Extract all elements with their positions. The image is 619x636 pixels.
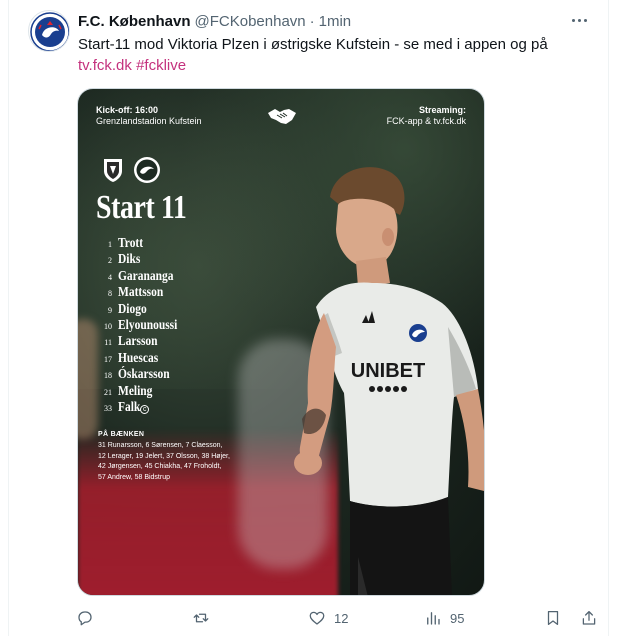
like-count: 12	[334, 610, 349, 626]
share-icon	[582, 610, 596, 625]
player-photo: UNIBET	[294, 167, 484, 595]
player-number: 4	[108, 272, 112, 282]
streaming-label: Streaming:	[418, 105, 466, 115]
player-name: Diks	[118, 251, 141, 267]
reply-button[interactable]	[76, 606, 102, 630]
player-row: 17 Huescas	[98, 350, 188, 366]
player-row: 8 Mattsson	[98, 284, 188, 300]
tweet-media-image[interactable]: Kick-off: 16:00 Grenzlandstadion Kufstei…	[77, 88, 485, 596]
views-count: 95	[450, 610, 465, 626]
player-row: 4 Garananga	[98, 268, 188, 284]
retweet-icon	[193, 613, 209, 623]
tweet-header: F.C. København @FCKobenhavn · 1min	[78, 11, 351, 31]
player-row: 1 Trott	[98, 235, 188, 251]
kickoff-info: Kick-off: 16:00 Grenzlandstadion Kufstei…	[96, 105, 202, 127]
tweet-text-body: Start-11 mod Viktoria Plzen i østrigske …	[78, 36, 548, 53]
player-name: Huescas	[118, 349, 159, 365]
kickoff-label: Kick-off: 16:00	[96, 105, 159, 115]
fck-crest-icon	[30, 12, 69, 51]
streaming-info: Streaming: FCK-app & tv.fck.dk	[387, 105, 466, 127]
player-name: Garananga	[118, 267, 174, 283]
player-name: Elyounoussi	[118, 316, 178, 332]
bookmark-button[interactable]	[544, 606, 562, 630]
share-button[interactable]	[580, 606, 598, 630]
bookmark-icon	[547, 610, 559, 626]
tweet-timestamp[interactable]: 1min	[319, 13, 352, 30]
captain-badge: c	[140, 404, 150, 414]
tweet-link[interactable]: tv.fck.dk	[78, 57, 132, 74]
user-handle[interactable]: @FCKobenhavn	[195, 13, 306, 30]
views-button[interactable]: 95	[424, 606, 464, 630]
more-options-icon[interactable]	[567, 12, 591, 28]
player-row: 2 Diks	[98, 251, 188, 267]
player-number: 1	[108, 240, 112, 249]
player-row: 11 Larsson	[98, 333, 188, 349]
fck-crest-small-icon	[134, 157, 160, 183]
player-row: 33 Falk c	[98, 399, 188, 415]
tweet-text: Start-11 mod Viktoria Plzen i østrigske …	[78, 34, 598, 76]
streaming-value: FCK-app & tv.fck.dk	[386, 116, 466, 126]
starting-lineup-list: 1 Trott 2 Diks 4 Garananga 8 Mattsson 9 …	[98, 235, 188, 415]
handshake-icon	[268, 109, 296, 124]
retweet-button[interactable]	[192, 606, 218, 630]
player-number: 2	[108, 256, 112, 266]
lineup-title: Start 11	[96, 189, 187, 226]
player-row: 9 Diogo	[98, 301, 188, 317]
views-chart-icon	[427, 612, 440, 625]
player-number: 33	[104, 403, 112, 413]
player-number: 10	[104, 321, 112, 331]
player-row: 18 Óskarsson	[98, 366, 188, 382]
player-row: 10 Elyounoussi	[98, 317, 188, 333]
player-name: Trott	[118, 235, 144, 250]
player-number: 9	[108, 305, 112, 315]
reply-icon	[78, 611, 92, 626]
player-name: Larsson	[118, 333, 158, 349]
player-number: 17	[104, 354, 112, 364]
player-name: Óskarsson	[118, 366, 170, 382]
player-name: Falk	[118, 398, 141, 414]
like-button[interactable]: 12	[308, 606, 348, 630]
player-row: 21 Meling	[98, 383, 188, 399]
player-name: Meling	[118, 382, 153, 398]
avatar[interactable]	[28, 10, 70, 52]
player-number: 21	[104, 387, 112, 397]
player-number: 11	[104, 338, 112, 348]
player-name: Mattsson	[118, 284, 164, 300]
tweet-hashtag[interactable]: #fcklive	[136, 57, 186, 74]
tweet-actions: 12 95	[68, 606, 596, 630]
player-number: 18	[104, 371, 112, 381]
venue-label: Grenzlandstadion Kufstein	[96, 116, 202, 126]
player-number: 8	[108, 289, 112, 299]
tweet[interactable]: F.C. København @FCKobenhavn · 1min Start…	[8, 0, 609, 636]
viktoria-plzen-crest-icon	[104, 159, 122, 182]
separator-dot: ·	[309, 12, 315, 30]
display-name[interactable]: F.C. København	[78, 13, 191, 30]
heart-icon	[309, 611, 325, 625]
shirt-sponsor: UNIBET	[351, 360, 425, 382]
player-name: Diogo	[118, 300, 147, 316]
